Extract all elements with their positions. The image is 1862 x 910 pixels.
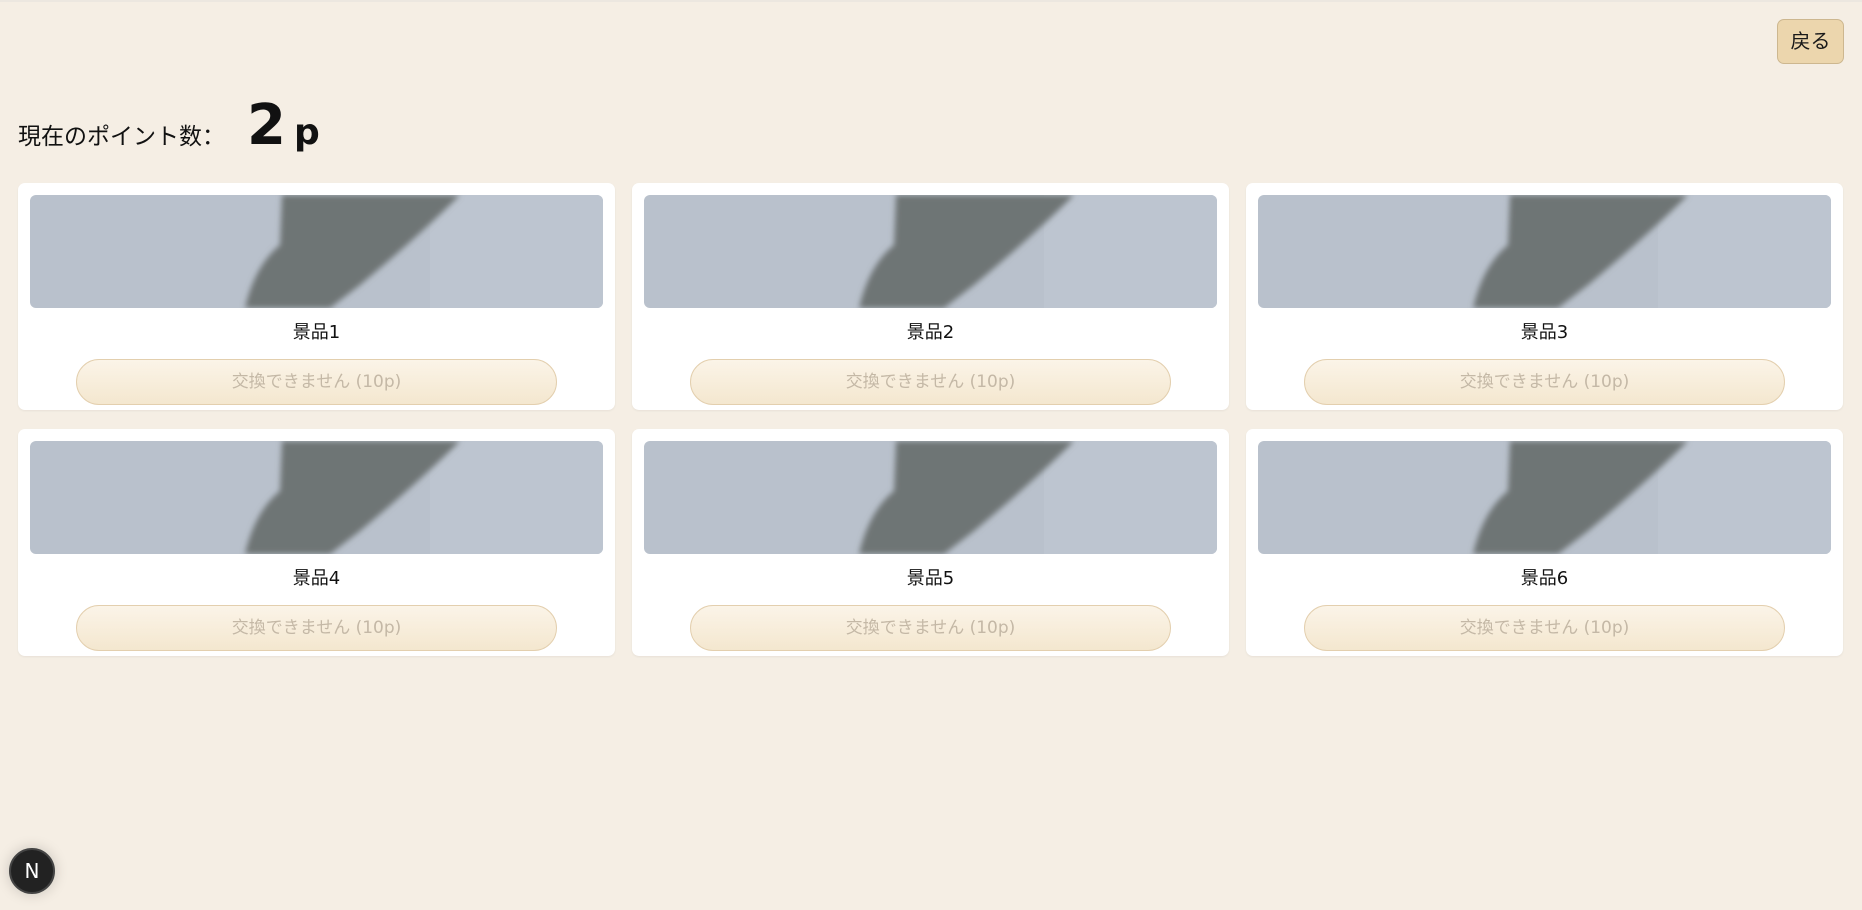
prize-card: 景品1 交換できません (10p)	[18, 183, 615, 410]
prize-image	[1258, 195, 1831, 308]
exchange-button[interactable]: 交換できません (10p)	[690, 605, 1171, 651]
prize-name: 景品4	[292, 568, 341, 589]
prize-card: 景品6 交換できません (10p)	[1246, 429, 1843, 656]
prize-image	[30, 441, 603, 554]
prize-card: 景品3 交換できません (10p)	[1246, 183, 1843, 410]
prize-name: 景品6	[1520, 568, 1569, 589]
exchange-button[interactable]: 交換できません (10p)	[690, 359, 1171, 405]
prize-image	[30, 195, 603, 308]
exchange-button[interactable]: 交換できません (10p)	[76, 359, 557, 405]
dev-tools-badge-icon[interactable]: N	[9, 848, 55, 894]
prize-grid: 景品1 交換できません (10p) 景品2 交換できません (10p) 景品3 …	[18, 183, 1844, 656]
prize-card: 景品5 交換できません (10p)	[632, 429, 1229, 656]
prize-card: 景品4 交換できません (10p)	[18, 429, 615, 656]
prize-name: 景品3	[1520, 322, 1569, 343]
exchange-button[interactable]: 交換できません (10p)	[1304, 605, 1785, 651]
exchange-button[interactable]: 交換できません (10p)	[1304, 359, 1785, 405]
points-label: 現在のポイント数：	[18, 124, 225, 150]
points-unit: p	[293, 112, 320, 153]
prize-name: 景品2	[906, 322, 955, 343]
points-display: 現在のポイント数： 2 p	[18, 98, 320, 154]
prize-image	[1258, 441, 1831, 554]
prize-image	[644, 441, 1217, 554]
exchange-button[interactable]: 交換できません (10p)	[76, 605, 557, 651]
back-button[interactable]: 戻る	[1777, 19, 1844, 64]
prize-name: 景品1	[292, 322, 341, 343]
prize-name: 景品5	[906, 568, 955, 589]
points-value: 2	[247, 93, 286, 158]
prize-image	[644, 195, 1217, 308]
prize-card: 景品2 交換できません (10p)	[632, 183, 1229, 410]
